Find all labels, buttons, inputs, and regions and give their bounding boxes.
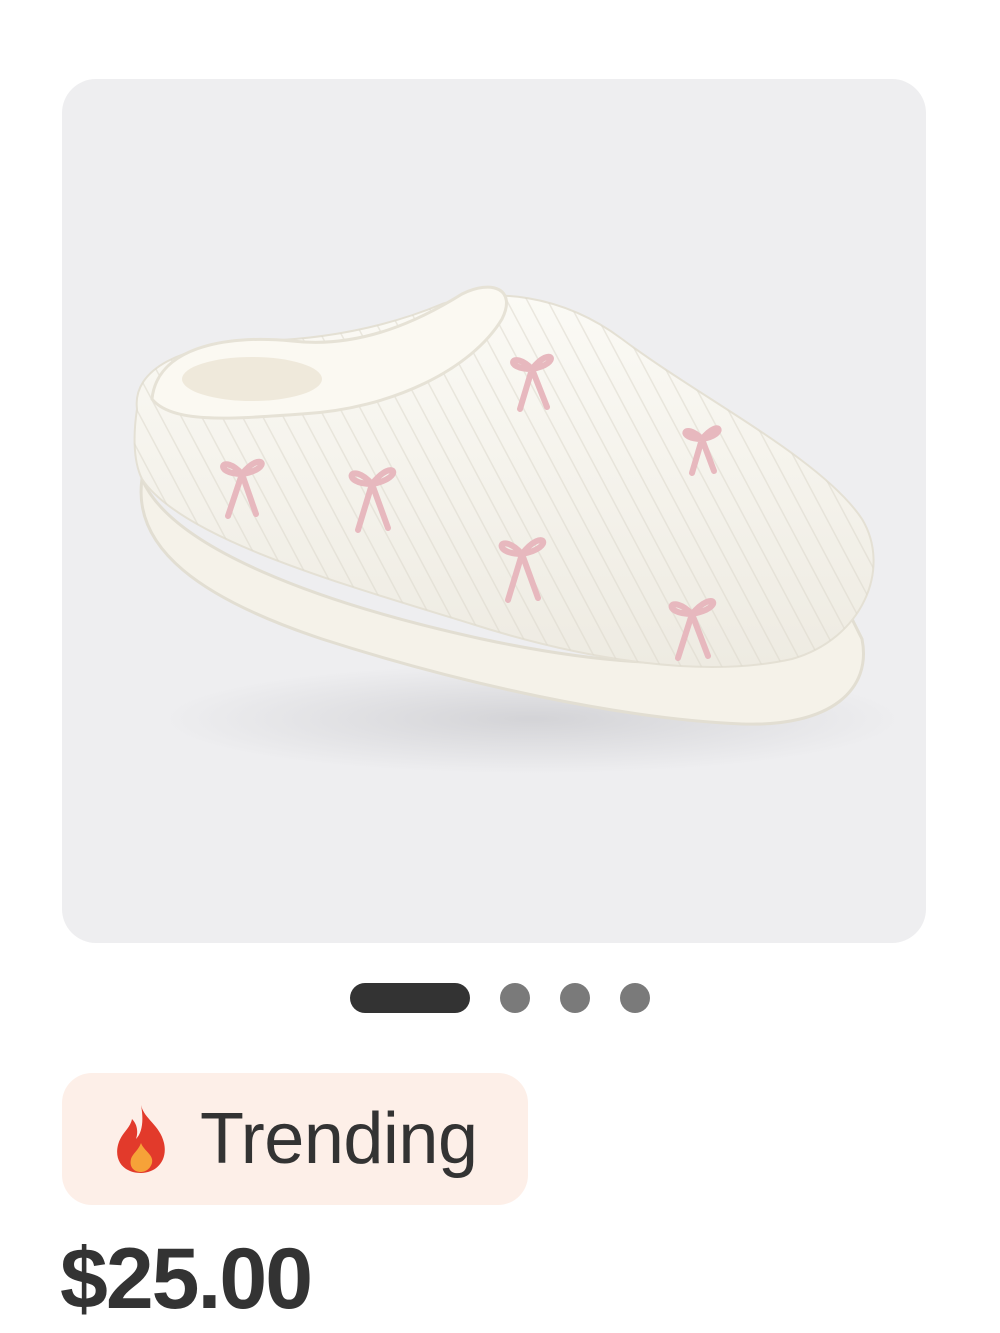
product-price: $25.00	[60, 1231, 313, 1327]
trending-badge: Trending	[62, 1073, 528, 1205]
carousel-dot[interactable]	[620, 983, 650, 1013]
carousel-dot-active[interactable]	[350, 983, 470, 1013]
slipper-photo	[133, 285, 902, 774]
product-image[interactable]	[62, 79, 926, 943]
carousel-indicator[interactable]	[0, 983, 1000, 1013]
fire-icon	[117, 1105, 165, 1173]
carousel-dot[interactable]	[560, 983, 590, 1013]
carousel-dot[interactable]	[500, 983, 530, 1013]
trending-label: Trending	[200, 1099, 478, 1179]
product-card[interactable]: Trending $25.00	[0, 0, 1000, 1333]
